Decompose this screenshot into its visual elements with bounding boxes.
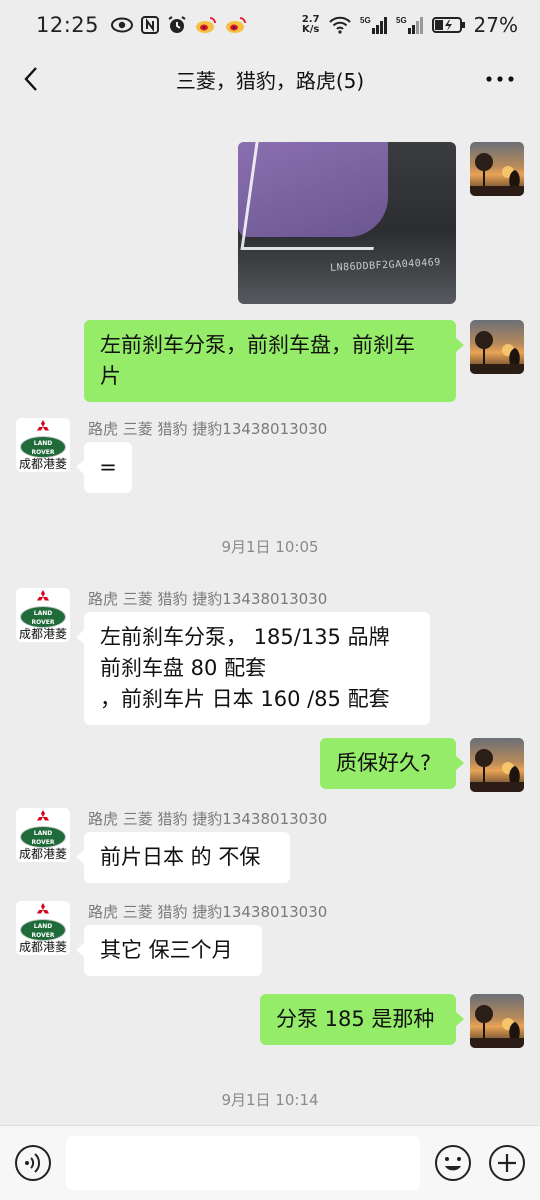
- mitsubishi-logo-icon: [37, 590, 49, 601]
- avatar[interactable]: LAND ROVER 成都港菱: [16, 901, 70, 955]
- more-functions-button[interactable]: [488, 1144, 526, 1182]
- chevron-left-icon: [24, 67, 37, 91]
- chat-title: 三菱，猎豹，路虎(5): [175, 68, 365, 93]
- message-input[interactable]: [66, 1136, 420, 1190]
- message-bubble-incoming[interactable]: 其它 保三个月: [76, 925, 262, 976]
- avatar-caption: 成都港菱: [18, 457, 67, 471]
- timestamp: 9月1日 10:14: [221, 1091, 319, 1109]
- avatar[interactable]: [470, 994, 524, 1048]
- message-bubble-incoming[interactable]: 前片日本 的 不保: [76, 832, 290, 883]
- message-bubble-outgoing[interactable]: 左前刹车分泵，前刹车盘，前刹车 片: [84, 320, 464, 402]
- badge-line: ROVER: [31, 932, 55, 939]
- sunset-tree-icon: [470, 1005, 524, 1048]
- battery-icon: [431, 16, 466, 34]
- status-left: 12:25: [36, 13, 247, 37]
- photo-message[interactable]: LN86DDBF2GA040469: [238, 142, 456, 304]
- signal-icon: 5G: [360, 15, 388, 35]
- svg-text:5G: 5G: [396, 16, 407, 25]
- sender-name: 路虎 三菱 猎豹 捷豹13438013030: [88, 420, 328, 438]
- message-bubble-outgoing[interactable]: 质保好久?: [320, 738, 464, 789]
- back-button[interactable]: [16, 64, 46, 94]
- svg-text:5G: 5G: [360, 16, 371, 25]
- input-bar: [0, 1125, 540, 1200]
- message-line: 前刹车盘 80 配套: [100, 656, 267, 680]
- message-line: 左前刹车分泵， 185/135 品牌: [100, 625, 390, 649]
- sender-name: 路虎 三菱 猎豹 捷豹13438013030: [88, 810, 328, 828]
- more-icon: [486, 76, 514, 82]
- wifi-icon: [328, 16, 352, 34]
- weibo-icon: [225, 16, 247, 34]
- land-rover-badge: LAND ROVER: [20, 436, 66, 458]
- timestamp: 9月1日 10:05: [221, 538, 319, 556]
- badge-line: LAND: [33, 923, 53, 930]
- avatar-caption: 成都港菱: [18, 627, 67, 641]
- emoji-button[interactable]: [434, 1144, 472, 1182]
- avatar[interactable]: [470, 142, 524, 196]
- sender-name: 路虎 三菱 猎豹 捷豹13438013030: [88, 903, 328, 921]
- more-button[interactable]: [482, 64, 518, 94]
- badge-line: LAND: [33, 610, 53, 617]
- avatar-caption: 成都港菱: [18, 940, 67, 954]
- message-bubble-outgoing[interactable]: 分泵 185 是那种: [260, 994, 464, 1045]
- photo-vin-text: LN86DDBF2GA040469: [329, 257, 442, 274]
- message-bubble-incoming[interactable]: =: [76, 442, 132, 493]
- badge-line: LAND: [33, 440, 53, 447]
- voice-button[interactable]: [14, 1144, 52, 1182]
- badge-line: LAND: [33, 830, 53, 837]
- land-rover-badge: LAND ROVER: [20, 606, 66, 628]
- message-line: =: [99, 455, 117, 479]
- avatar[interactable]: [470, 320, 524, 374]
- status-right: 2.7 K/s 5G 5G 27%: [302, 13, 518, 37]
- mitsubishi-logo-icon: [37, 903, 49, 914]
- sunset-tree-icon: [470, 749, 524, 792]
- chat-header: 三菱，猎豹，路虎(5): [0, 50, 540, 108]
- badge-line: ROVER: [31, 449, 55, 456]
- signal-icon: 5G: [396, 15, 424, 35]
- battery-percent: 27%: [473, 13, 518, 37]
- avatar[interactable]: LAND ROVER 成都港菱: [16, 418, 70, 472]
- sunset-tree-icon: [470, 153, 524, 196]
- avatar[interactable]: LAND ROVER 成都港菱: [16, 588, 70, 642]
- badge-line: ROVER: [31, 619, 55, 626]
- nfc-icon: [141, 16, 160, 34]
- alarm-icon: [167, 15, 187, 35]
- photo-glare: [240, 142, 389, 250]
- message-line: 前片日本 的 不保: [100, 845, 261, 869]
- avatar-caption: 成都港菱: [18, 847, 67, 861]
- message-line: 其它 保三个月: [100, 938, 233, 962]
- message-line: ，前刹车片 日本 160 /85 配套: [100, 687, 390, 711]
- mitsubishi-logo-icon: [37, 420, 49, 431]
- badge-line: ROVER: [31, 839, 55, 846]
- mitsubishi-logo-icon: [37, 810, 49, 821]
- eye-icon: [111, 17, 134, 33]
- message-line: 片: [100, 364, 121, 388]
- emoji-icon: [435, 1145, 471, 1181]
- network-speed: 2.7 K/s: [302, 15, 320, 35]
- plus-icon: [489, 1145, 525, 1181]
- message-line: 分泵 185 是那种: [276, 1007, 435, 1031]
- message-line: 左前刹车分泵，前刹车盘，前刹车: [100, 333, 415, 357]
- avatar[interactable]: LAND ROVER 成都港菱: [16, 808, 70, 862]
- voice-icon: [15, 1145, 51, 1181]
- clock: 12:25: [36, 13, 100, 37]
- message-list[interactable]: LN86DDBF2GA040469 左前刹车分泵，前刹车盘，前刹车 片 LAND…: [0, 108, 540, 1125]
- sender-name: 路虎 三菱 猎豹 捷豹13438013030: [88, 590, 328, 608]
- status-bar: 12:25 2.7 K/s 5G 5G 27%: [0, 0, 540, 50]
- land-rover-badge: LAND ROVER: [20, 826, 66, 848]
- weibo-icon: [195, 16, 217, 34]
- message-line: 质保好久?: [336, 751, 432, 775]
- avatar[interactable]: [470, 738, 524, 792]
- land-rover-badge: LAND ROVER: [20, 919, 66, 941]
- network-speed-unit: K/s: [302, 24, 320, 35]
- sunset-tree-icon: [470, 331, 524, 374]
- message-bubble-incoming[interactable]: 左前刹车分泵， 185/135 品牌 前刹车盘 80 配套 ，前刹车片 日本 1…: [76, 612, 430, 725]
